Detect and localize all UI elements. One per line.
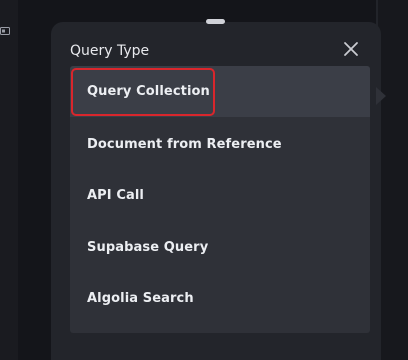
sheet-title: Query Type: [70, 43, 150, 59]
query-type-menu: Query Collection Document from Reference…: [70, 66, 370, 333]
menu-item-label: Document from Reference: [87, 137, 282, 152]
close-icon[interactable]: [342, 40, 360, 58]
panel-toggle-icon[interactable]: [0, 27, 10, 35]
right-panel-edge: [378, 0, 408, 360]
menu-item-label: Supabase Query: [87, 240, 209, 255]
left-panel-edge: [0, 0, 18, 360]
menu-pointer: [376, 87, 386, 105]
menu-item-label: Query Collection: [87, 84, 210, 99]
menu-item-query-collection[interactable]: Query Collection: [70, 66, 370, 117]
menu-item-algolia-search[interactable]: Algolia Search: [70, 273, 370, 324]
sheet-drag-handle[interactable]: [206, 19, 225, 24]
screen: Query Type Query Collection Document fro…: [0, 0, 408, 360]
menu-item-label: Algolia Search: [87, 291, 194, 306]
menu-item-document-from-reference[interactable]: Document from Reference: [70, 119, 370, 170]
menu-item-api-call[interactable]: API Call: [70, 170, 370, 221]
menu-item-supabase-query[interactable]: Supabase Query: [70, 222, 370, 273]
menu-item-label: API Call: [87, 188, 144, 203]
